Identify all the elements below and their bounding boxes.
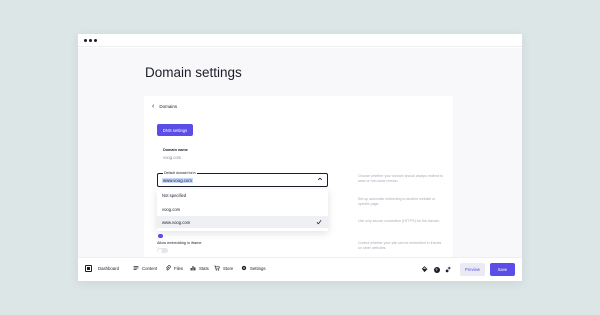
default-domain-form-select[interactable]: Default domain form www.voog.com: [157, 171, 328, 187]
list-icon: [133, 266, 139, 270]
breadcrumb-label: Domains: [159, 104, 178, 109]
nav-label: Store: [223, 265, 234, 271]
nav-item-stats[interactable]: Stats: [190, 265, 209, 271]
save-button[interactable]: Save: [490, 263, 515, 276]
add-language-icon[interactable]: [445, 266, 452, 273]
settings-panel: ‹ Domains DNS settings Domain name voog.…: [144, 96, 453, 271]
embedding-toggle[interactable]: [157, 248, 168, 253]
help-text-redirect: Choose whether your domain should always…: [358, 174, 444, 183]
add-language-glyph: [445, 266, 451, 273]
bar-chart-icon: [190, 266, 196, 271]
nav-item-settings[interactable]: Settings: [241, 265, 266, 271]
paint-bucket-icon[interactable]: [421, 266, 428, 273]
dot: [84, 39, 87, 42]
select-legend: Default domain form: [163, 171, 197, 175]
nav-item-content[interactable]: Content: [133, 265, 157, 271]
chevron-up-icon: [317, 177, 323, 181]
paint-bucket-glyph: [421, 266, 428, 273]
dot: [89, 39, 92, 42]
option-label: www.voog.com: [162, 219, 191, 225]
cart-icon: [214, 265, 220, 271]
dot: [94, 39, 97, 42]
help-text-embedding: Control whether your site can be embedde…: [358, 241, 442, 250]
bottom-toolbar: Dashboard Content Files Stats Store Sett…: [78, 257, 522, 281]
breadcrumb-back-link[interactable]: ‹ Domains: [152, 103, 177, 110]
embedding-label: Allow embedding in iframe: [157, 241, 202, 245]
page-title: Domain settings: [145, 65, 242, 80]
nav-item-files[interactable]: Files: [165, 265, 183, 271]
chevron-left-icon: ‹: [152, 103, 155, 110]
browser-window: Domain settings ‹ Domains DNS settings D…: [78, 34, 522, 281]
domain-name-label: Domain name: [163, 148, 188, 152]
nav-label: Settings: [250, 265, 266, 271]
help-text-https: Use only secure connection (HTTPS) for t…: [358, 219, 441, 223]
nav-item-store[interactable]: Store: [214, 265, 233, 271]
nav-item-dashboard[interactable]: Dashboard: [85, 265, 119, 272]
nav-label: Files: [174, 265, 184, 271]
dropdown-option-www-voog[interactable]: www.voog.com: [157, 216, 328, 228]
nav-label: Stats: [199, 265, 209, 271]
https-toggle[interactable]: [158, 234, 163, 238]
nav-label: Dashboard: [98, 266, 120, 271]
domain-name-value: voog.com: [163, 155, 182, 160]
option-label: Not specified: [162, 192, 187, 198]
dropdown-menu: Not specified voog.com www.voog.com: [157, 189, 328, 231]
select-current-value: www.voog.com: [162, 177, 193, 183]
paperclip-icon: [165, 265, 171, 271]
logo-inner: [87, 267, 90, 270]
dns-settings-button[interactable]: DNS settings: [157, 124, 193, 136]
checkmark-icon: [316, 219, 322, 225]
help-symbol: ?: [433, 266, 440, 273]
help-text-auto-redirect: Set up automatic redirecting to another …: [358, 197, 436, 206]
help-icon[interactable]: ?: [433, 266, 440, 273]
option-label: voog.com: [162, 206, 181, 212]
window-menu-dots-icon[interactable]: [84, 39, 97, 42]
gear-icon: [241, 265, 247, 271]
main-content: Domain settings ‹ Domains DNS settings D…: [78, 48, 522, 271]
preview-button[interactable]: Preview: [460, 263, 485, 276]
dropdown-option-voog[interactable]: voog.com: [157, 203, 328, 215]
dropdown-option-not-specified[interactable]: Not specified: [157, 189, 328, 201]
window-title-bar: [78, 34, 522, 47]
nav-label: Content: [142, 265, 158, 271]
voog-logo-icon: [85, 265, 92, 272]
